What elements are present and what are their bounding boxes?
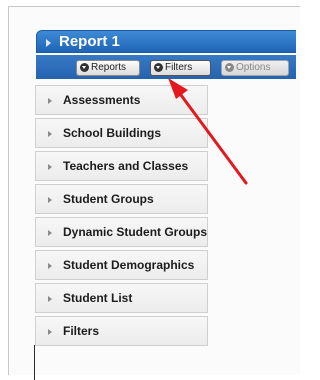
red-annotation-arrow-icon bbox=[168, 78, 248, 185]
